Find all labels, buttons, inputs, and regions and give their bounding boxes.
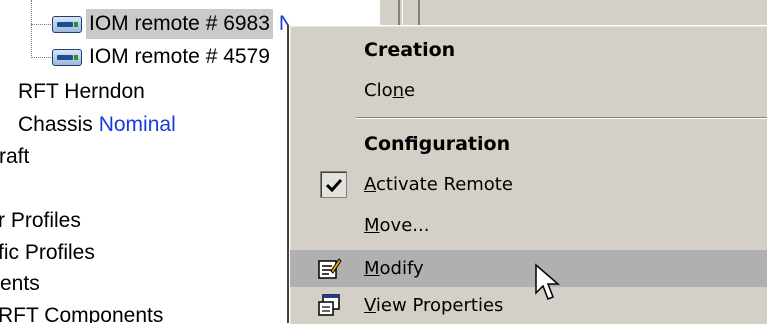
tree-item-iom-remote-4579[interactable]: IOM remote # 4579 xyxy=(52,42,270,72)
tree-item-label: raft xyxy=(0,145,30,168)
tree-item-label: r Profiles xyxy=(0,209,81,232)
menu-item-label: Clone xyxy=(364,80,416,101)
tree-item-components[interactable]: ents xyxy=(0,269,40,299)
mouse-pointer-icon xyxy=(535,263,560,300)
menu-item-modify[interactable]: Modify xyxy=(290,250,767,287)
tree-item-traffic-profiles[interactable]: fic Profiles xyxy=(0,238,95,268)
network-tree-panel: IOM remote # 6983Nominal IOM remote # 45… xyxy=(0,0,290,323)
status-badge: Nominal xyxy=(98,113,176,136)
menu-header-creation: Creation xyxy=(290,33,767,67)
menu-item-label: View Properties xyxy=(364,295,504,316)
menu-header-label: Creation xyxy=(364,39,456,61)
menu-item-view-properties[interactable]: View Properties xyxy=(290,289,767,323)
menu-item-label: Move... xyxy=(364,215,430,236)
remote-device-icon xyxy=(52,16,82,33)
tree-item-rft-herndon[interactable]: RFT Herndon xyxy=(18,77,145,107)
context-menu: Creation Clone Configuration Activate Re… xyxy=(289,25,767,324)
tree-item-label: IOM remote # 4579 xyxy=(89,45,270,68)
menu-header-configuration: Configuration xyxy=(290,127,767,161)
tree-connector xyxy=(31,24,51,25)
menu-item-label: Modify xyxy=(364,258,424,279)
tree-item-profiles[interactable]: r Profiles xyxy=(0,206,81,236)
tree-item-raft[interactable]: raft xyxy=(0,142,29,172)
tree-connector xyxy=(31,57,51,58)
tree-item-label: Chassis xyxy=(18,113,93,136)
tree-item-label: ents xyxy=(0,272,40,295)
check-icon xyxy=(320,171,347,198)
tree-item-label: IOM remote # 6983 xyxy=(86,9,273,39)
tree-item-iom-remote-6983[interactable]: IOM remote # 6983Nominal xyxy=(52,9,290,39)
menu-item-label: Activate Remote xyxy=(364,174,513,195)
tree-item-label: RFT Components xyxy=(0,304,164,323)
menu-header-label: Configuration xyxy=(364,133,511,155)
menu-separator xyxy=(356,117,767,119)
view-properties-icon xyxy=(318,294,340,316)
tree-item-label: fic Profiles xyxy=(0,241,95,264)
menu-item-clone[interactable]: Clone xyxy=(290,74,767,108)
menu-item-move[interactable]: Move... xyxy=(290,209,767,243)
modify-icon xyxy=(318,258,342,279)
menu-item-activate-remote[interactable]: Activate Remote xyxy=(290,168,767,202)
tree-connector xyxy=(31,0,32,58)
tree-item-chassis[interactable]: Chassis Nominal xyxy=(18,110,176,140)
tree-item-rft-components[interactable]: RFT Components xyxy=(0,301,163,323)
remote-device-icon xyxy=(52,49,82,66)
tree-item-label: RFT Herndon xyxy=(18,80,145,103)
